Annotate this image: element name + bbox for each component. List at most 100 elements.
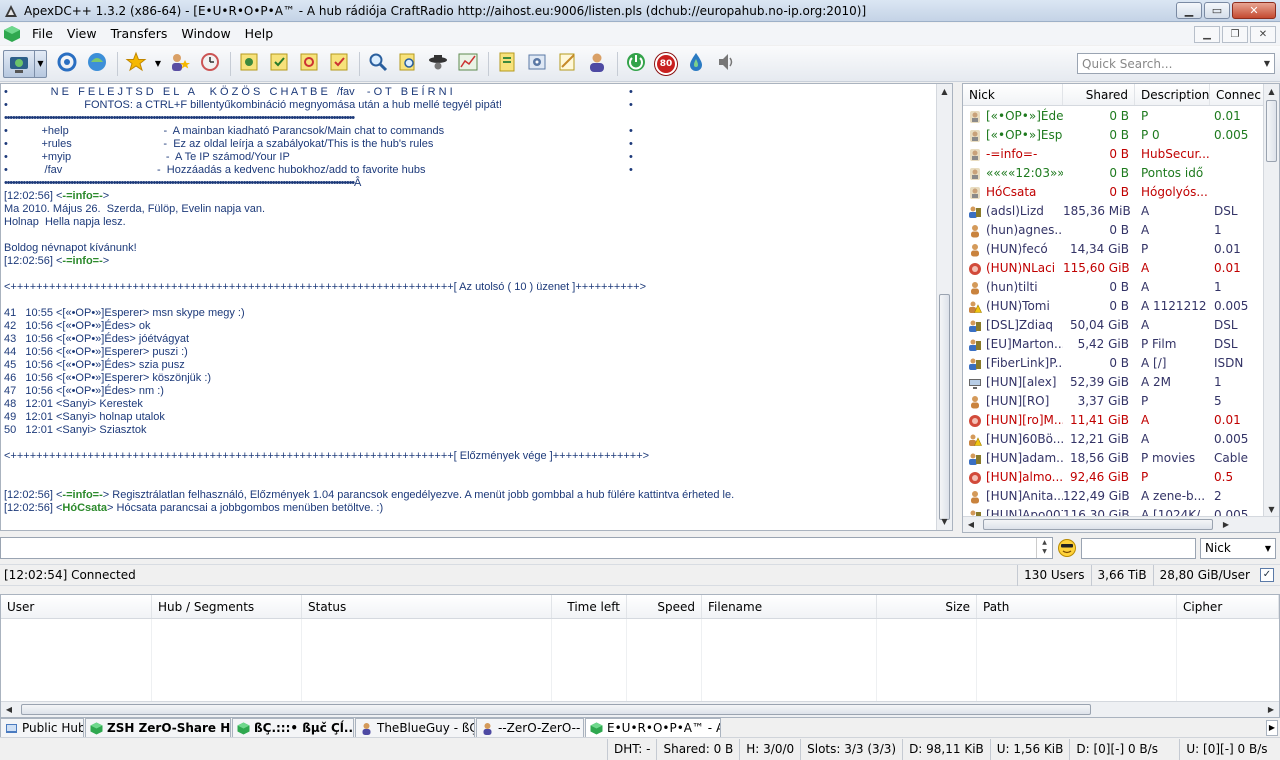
- scroll-thumb[interactable]: [1266, 100, 1277, 162]
- chat-panel[interactable]: • N E F E L E J T S D E L A K Ö Z Ö S C …: [0, 83, 953, 531]
- window-tab[interactable]: E•U•R•O•P•A™ - A...: [585, 718, 721, 737]
- input-spinner[interactable]: ▲ ▼: [1036, 538, 1052, 558]
- user-list-hscrollbar[interactable]: ◀ ▶: [963, 516, 1279, 532]
- chat-nick[interactable]: -=info=-: [62, 255, 102, 267]
- filter-column-select[interactable]: Nick ▼: [1200, 538, 1276, 559]
- column-filename[interactable]: Filename: [702, 595, 877, 618]
- chat-nick[interactable]: -=info=-: [62, 190, 102, 202]
- network-stats-button[interactable]: [454, 50, 482, 78]
- limiter-button[interactable]: 80: [652, 50, 680, 78]
- user-row[interactable]: [«•OP•»]Édes 0 B P 0.01: [963, 107, 1265, 126]
- connect-button[interactable]: ▼: [3, 49, 47, 78]
- scroll-down-icon[interactable]: ▼: [937, 514, 952, 530]
- user-row[interactable]: (adsl)Lizd 185,36 MiB A DSL: [963, 202, 1265, 221]
- user-row[interactable]: (HUN)fecó 14,34 GiB P 0.01: [963, 240, 1265, 259]
- minimize-button[interactable]: ▁: [1176, 2, 1202, 19]
- column-user[interactable]: User: [1, 595, 152, 618]
- window-tab[interactable]: ZSH ZerO-Share H...: [85, 718, 231, 737]
- close-button[interactable]: ✕: [1232, 2, 1276, 19]
- finished-downloads-button[interactable]: [265, 50, 293, 78]
- user-filter-input[interactable]: [1081, 538, 1196, 559]
- transfers-panel[interactable]: User Hub / Segments Status Time left Spe…: [0, 594, 1280, 718]
- quick-search-input[interactable]: Quick Search... ▼: [1077, 53, 1275, 74]
- menu-view[interactable]: View: [60, 23, 104, 45]
- menu-help[interactable]: Help: [238, 23, 281, 45]
- favorites-dropdown[interactable]: ▼: [152, 50, 164, 78]
- search-button[interactable]: [364, 50, 392, 78]
- reconnect-button[interactable]: [53, 50, 81, 78]
- user-row[interactable]: (hun)tilti 0 B A 1: [963, 278, 1265, 297]
- speaker-button[interactable]: [712, 50, 740, 78]
- user-row[interactable]: -=info=- 0 B HubSecur...: [963, 145, 1265, 164]
- column-speed[interactable]: Speed: [627, 595, 702, 618]
- user-row[interactable]: [EU]Marton... 5,42 GiB P Film DSL: [963, 335, 1265, 354]
- emoticon-button[interactable]: [1056, 538, 1078, 558]
- column-size[interactable]: Size: [877, 595, 977, 618]
- user-row[interactable]: [HUN]60Bö... 12,21 GiB A 0.005: [963, 430, 1265, 449]
- user-button[interactable]: [583, 50, 611, 78]
- window-tab[interactable]: --ZerO-ZerO-- -...: [476, 718, 584, 737]
- column-description[interactable]: Description: [1135, 84, 1210, 105]
- column-path[interactable]: Path: [977, 595, 1177, 618]
- queue-button[interactable]: [235, 50, 263, 78]
- menu-file[interactable]: File: [25, 23, 60, 45]
- window-tab[interactable]: ßÇ.:::• ßµč Çĺ...: [232, 718, 354, 737]
- user-row[interactable]: [HUN][RO] 3,37 GiB P 5: [963, 392, 1265, 411]
- scroll-right-icon[interactable]: ▶: [1218, 517, 1234, 532]
- away-button[interactable]: [682, 50, 710, 78]
- user-row[interactable]: (HUN)NLaci 115,60 GiB A 0.01: [963, 259, 1265, 278]
- column-time-left[interactable]: Time left: [552, 595, 627, 618]
- mdi-minimize-button[interactable]: ▁: [1194, 25, 1220, 43]
- chat-nick[interactable]: HóCsata: [62, 502, 107, 514]
- user-row[interactable]: [FiberLink]P... 0 B A [/] ISDN: [963, 354, 1265, 373]
- user-row[interactable]: [HUN]adam... 18,56 GiB P movies Cable: [963, 449, 1265, 468]
- scroll-thumb[interactable]: [939, 294, 950, 520]
- mdi-close-button[interactable]: ✕: [1250, 25, 1276, 43]
- scroll-thumb[interactable]: [983, 519, 1213, 530]
- shutdown-button[interactable]: [622, 50, 650, 78]
- window-tab[interactable]: TheBlueGuy - ßÇ....: [355, 718, 475, 737]
- user-row[interactable]: [HUN]almo... 92,46 GiB P 0.5: [963, 468, 1265, 487]
- notepad-button[interactable]: [553, 50, 581, 78]
- chevron-down-icon[interactable]: ▼: [1260, 59, 1274, 68]
- favorite-users-button[interactable]: [166, 50, 194, 78]
- user-row[interactable]: HóCsata 0 B Hógolyós...: [963, 183, 1265, 202]
- scroll-thumb[interactable]: [21, 704, 1091, 715]
- window-tab[interactable]: Public Hubs: [0, 718, 84, 737]
- column-nick[interactable]: Nick: [963, 84, 1063, 105]
- scroll-left-icon[interactable]: ◀: [963, 517, 979, 532]
- scroll-left-icon[interactable]: ◀: [1, 702, 17, 718]
- column-shared[interactable]: Shared: [1063, 84, 1135, 105]
- user-row[interactable]: [HUN][alex] 52,39 GiB A 2M 1: [963, 373, 1265, 392]
- waiting-users-button[interactable]: [295, 50, 323, 78]
- column-status[interactable]: Status: [302, 595, 552, 618]
- chat-scrollbar[interactable]: ▲ ▼: [936, 84, 952, 530]
- chat-input[interactable]: ▲ ▼: [0, 537, 1053, 559]
- open-filelist-button[interactable]: [493, 50, 521, 78]
- user-row[interactable]: [HUN][ro]M... 11,41 GiB A 0.01: [963, 411, 1265, 430]
- user-row[interactable]: ««««12:03»»... 0 B Pontos idő: [963, 164, 1265, 183]
- tab-scroll-right-icon[interactable]: ▶: [1266, 719, 1278, 736]
- scroll-up-icon[interactable]: ▲: [937, 84, 952, 100]
- chat-nick[interactable]: -=info=-: [62, 489, 102, 501]
- user-row[interactable]: [DSL]Zdiaq 50,04 GiB A DSL: [963, 316, 1265, 335]
- user-row[interactable]: (HUN)Tomi 0 B A 1121212 0.005: [963, 297, 1265, 316]
- scroll-up-icon[interactable]: ▲: [1264, 84, 1279, 100]
- user-list[interactable]: Nick Shared Description Connec [«•OP•»]É…: [962, 83, 1280, 533]
- settings-button[interactable]: [523, 50, 551, 78]
- column-hub-segments[interactable]: Hub / Segments: [152, 595, 302, 618]
- column-cipher[interactable]: Cipher: [1177, 595, 1279, 618]
- scroll-right-icon[interactable]: ▶: [1263, 702, 1279, 718]
- user-row[interactable]: [HUN]Anita... 122,49 GiB A zene-b... 2: [963, 487, 1265, 506]
- user-row[interactable]: [«•OP•»]Esp... 0 B P 0 0.005: [963, 126, 1265, 145]
- favorites-button[interactable]: [122, 50, 150, 78]
- recent-hubs-button[interactable]: [196, 50, 224, 78]
- adl-search-button[interactable]: [394, 50, 422, 78]
- user-list-scrollbar[interactable]: ▲ ▼: [1263, 84, 1279, 518]
- finished-uploads-button[interactable]: [325, 50, 353, 78]
- show-users-checkbox[interactable]: ✓: [1260, 568, 1274, 582]
- menu-window[interactable]: Window: [174, 23, 237, 45]
- mdi-restore-button[interactable]: ❐: [1222, 25, 1248, 43]
- search-spy-button[interactable]: [424, 50, 452, 78]
- chevron-down-icon[interactable]: ▼: [34, 50, 46, 77]
